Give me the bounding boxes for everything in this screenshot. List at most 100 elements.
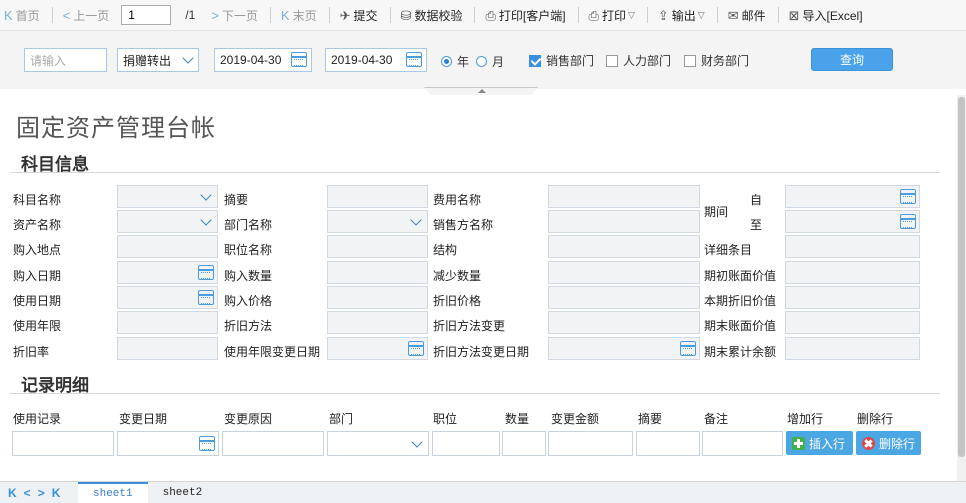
depreciation-rate-field[interactable] <box>117 337 218 360</box>
checkbox-hr-dept[interactable]: 人力部门 <box>606 52 671 69</box>
validate-button[interactable]: ⛁ 数据校验 <box>401 7 463 24</box>
query-button[interactable]: 查询 <box>811 48 893 71</box>
detail-summary-field[interactable] <box>636 431 700 456</box>
period-from-field[interactable] <box>785 185 920 208</box>
sheet-tab-sheet2[interactable]: sheet2 <box>148 482 218 503</box>
first-page-icon: K <box>4 7 13 23</box>
closing-balance-field[interactable] <box>785 337 920 360</box>
sheet-tab-sheet1[interactable]: sheet1 <box>78 481 148 503</box>
section-divider <box>10 172 940 173</box>
remark-field[interactable] <box>702 431 783 456</box>
date-to-input[interactable]: 2019-04-30 <box>325 48 427 72</box>
prev-sheet-icon[interactable]: < <box>24 486 31 500</box>
radio-month-dot[interactable] <box>476 56 487 67</box>
insert-row-button[interactable]: 插入行 <box>786 431 853 455</box>
period-to-field[interactable] <box>785 210 920 233</box>
checkbox-finance-dept[interactable]: 财务部门 <box>684 52 749 69</box>
label-period: 期间 <box>704 205 729 219</box>
print-button[interactable]: ⎙ 打印 ▽ <box>589 7 635 24</box>
chevron-down-icon <box>182 52 194 64</box>
calendar-icon[interactable] <box>680 341 696 356</box>
calendar-icon[interactable] <box>900 189 916 204</box>
last-page-button[interactable]: K 末页 <box>281 7 317 24</box>
calendar-icon[interactable] <box>900 214 916 229</box>
purchase-place-field[interactable] <box>117 235 218 258</box>
calendar-icon[interactable] <box>291 52 307 67</box>
first-page-button[interactable]: K 首页 <box>4 7 40 24</box>
label-purchase-price: 购入价格 <box>224 294 273 308</box>
keyword-input[interactable]: 请输入 <box>24 48 107 72</box>
position-name-field[interactable] <box>327 235 428 258</box>
page-number-input[interactable] <box>121 5 172 25</box>
date-from-input[interactable]: 2019-04-30 <box>214 48 312 72</box>
detail-item-field[interactable] <box>785 235 920 258</box>
header-remark: 备注 <box>704 412 729 426</box>
radio-month[interactable]: 月 <box>476 53 504 70</box>
change-reason-field[interactable] <box>222 431 324 456</box>
radio-year-dot[interactable] <box>441 56 452 67</box>
calendar-icon[interactable] <box>199 436 215 451</box>
print-client-button[interactable]: ⎙ 打印[客户端] <box>485 7 565 24</box>
method-change-field[interactable] <box>548 311 700 334</box>
seller-name-field[interactable] <box>548 210 700 233</box>
department-select[interactable] <box>327 431 429 456</box>
toolbar-divider <box>51 7 53 23</box>
label-service-life: 使用年限 <box>13 319 62 333</box>
depreciation-price-field[interactable] <box>548 286 700 309</box>
current-depreciation-field[interactable] <box>785 286 920 309</box>
checkbox-icon[interactable] <box>606 54 618 67</box>
label-position-name: 职位名称 <box>224 243 273 257</box>
expense-name-field[interactable] <box>548 185 700 208</box>
label-department-name: 部门名称 <box>224 218 273 232</box>
header-department: 部门 <box>329 412 354 426</box>
database-search-icon: ⛁ <box>400 7 412 23</box>
use-date-field[interactable] <box>117 286 218 309</box>
prev-page-button[interactable]: < 上一页 <box>63 7 110 24</box>
last-sheet-icon[interactable]: K <box>52 486 61 500</box>
calendar-icon[interactable] <box>406 52 422 67</box>
change-amount-field[interactable] <box>548 431 633 456</box>
depreciation-method-field[interactable] <box>327 311 428 334</box>
calendar-icon[interactable] <box>198 290 214 305</box>
position-field[interactable] <box>432 431 500 456</box>
summary-field[interactable] <box>327 185 428 208</box>
calendar-icon[interactable] <box>408 341 424 356</box>
label-subject-name: 科目名称 <box>13 193 62 207</box>
next-page-button[interactable]: > 下一页 <box>211 7 258 24</box>
label-purchase-quantity: 购入数量 <box>224 269 273 283</box>
calendar-icon[interactable] <box>198 265 214 280</box>
purchase-date-field[interactable] <box>117 261 218 284</box>
asset-name-select[interactable] <box>117 210 218 233</box>
opening-book-value-field[interactable] <box>785 261 920 284</box>
quantity-field[interactable] <box>502 431 546 456</box>
export-button[interactable]: ⇪ 输出 ▽ <box>658 7 705 24</box>
scrollbar-thumb[interactable] <box>958 97 965 457</box>
closing-book-value-field[interactable] <box>785 311 920 334</box>
next-sheet-icon[interactable]: > <box>38 486 45 500</box>
change-date-field[interactable] <box>117 431 219 456</box>
first-sheet-icon[interactable]: K <box>8 486 17 500</box>
purchase-quantity-field[interactable] <box>327 261 428 284</box>
import-excel-button[interactable]: ⊠ 导入[Excel] <box>789 7 863 24</box>
structure-field[interactable] <box>548 235 700 258</box>
method-change-date-field[interactable] <box>548 337 700 360</box>
submit-button[interactable]: ✈ 提交 <box>340 7 378 24</box>
delete-row-button[interactable]: 删除行 <box>856 431 921 455</box>
mail-button[interactable]: ✉ 邮件 <box>728 7 766 24</box>
label-method-change: 折旧方法变更 <box>433 319 506 333</box>
purchase-price-field[interactable] <box>327 286 428 309</box>
vertical-scrollbar[interactable] <box>957 95 966 481</box>
checkbox-sales-dept[interactable]: 销售部门 <box>529 52 594 69</box>
life-change-date-field[interactable] <box>327 337 428 360</box>
collapse-toggle[interactable] <box>424 87 538 95</box>
type-select[interactable]: 捐赠转出 <box>117 48 199 72</box>
service-life-field[interactable] <box>117 311 218 334</box>
checkbox-checked-icon[interactable] <box>529 54 541 67</box>
reduce-quantity-field[interactable] <box>548 261 700 284</box>
department-name-select[interactable] <box>327 210 428 233</box>
send-icon: ✈ <box>339 7 351 23</box>
checkbox-icon[interactable] <box>684 54 696 67</box>
subject-name-select[interactable] <box>117 185 218 208</box>
radio-year[interactable]: 年 <box>441 53 469 70</box>
usage-record-field[interactable] <box>12 431 114 456</box>
